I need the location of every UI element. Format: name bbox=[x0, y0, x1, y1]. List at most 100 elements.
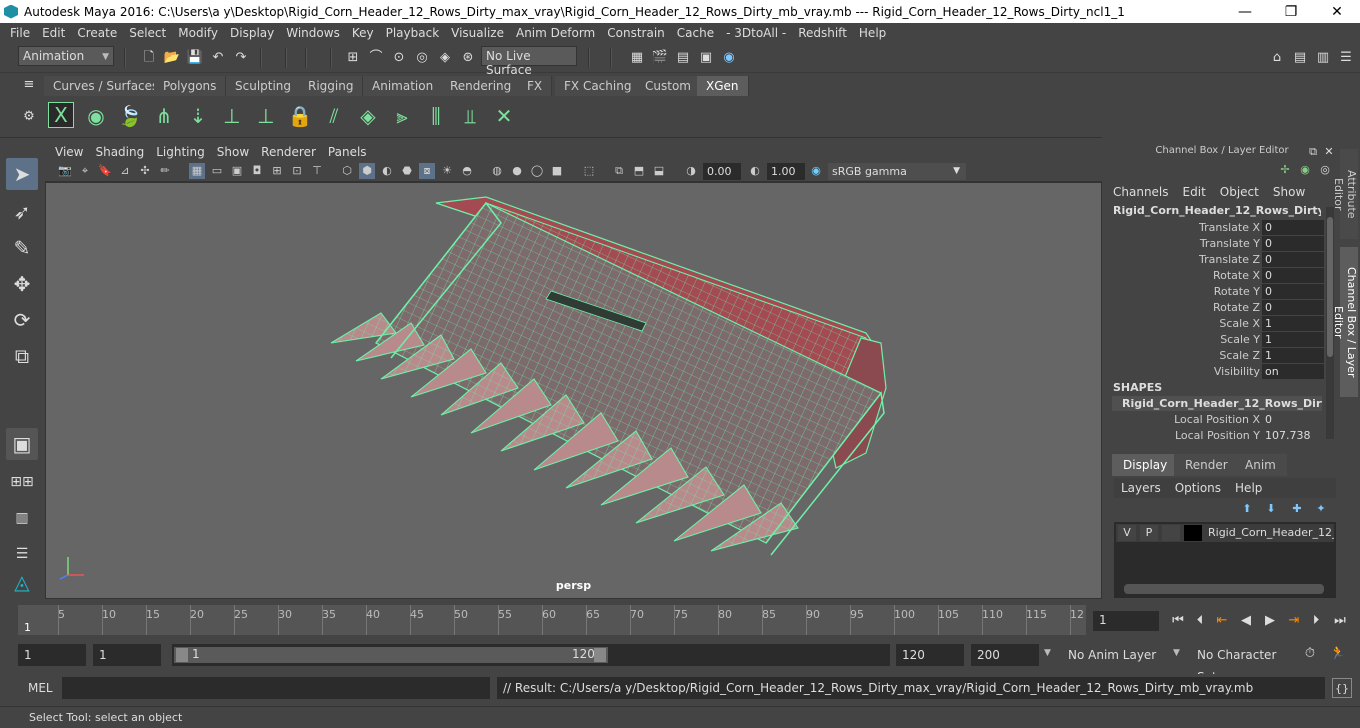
step-back-frame-icon[interactable]: ⏴ bbox=[1190, 611, 1210, 631]
menu-file[interactable]: File bbox=[4, 26, 36, 40]
shape-node-name[interactable]: Rigid_Corn_Header_12_Rows_Dirty_... bbox=[1112, 396, 1322, 411]
channel-row[interactable]: Translate X0 bbox=[1106, 220, 1326, 236]
tab-sculpting[interactable]: Sculpting bbox=[226, 76, 302, 96]
channel-value[interactable]: 0 bbox=[1262, 252, 1324, 267]
play-forwards-icon[interactable]: ▶ bbox=[1260, 611, 1280, 631]
outliner-toggle-icon[interactable]: ▤ bbox=[1291, 49, 1309, 67]
gate-mask-icon[interactable]: ◘ bbox=[249, 163, 265, 179]
layer-menu-layers[interactable]: Layers bbox=[1114, 478, 1168, 498]
menu-create[interactable]: Create bbox=[71, 26, 123, 40]
channel-box-toggle-icon[interactable]: ☰ bbox=[1337, 49, 1355, 67]
move-layer-down-icon[interactable]: ⬇ bbox=[1262, 500, 1280, 518]
paint-select-tool-icon[interactable]: ✎ bbox=[6, 232, 38, 264]
script-editor-icon[interactable]: {} bbox=[1332, 678, 1352, 698]
xray-components-icon[interactable]: ⬓ bbox=[651, 163, 667, 179]
maximize-button[interactable]: ❐ bbox=[1268, 4, 1314, 20]
isolate-select-icon[interactable]: ⬚ bbox=[581, 163, 597, 179]
tab-display-layers[interactable]: Display bbox=[1112, 454, 1179, 476]
channel-value[interactable]: on bbox=[1262, 364, 1324, 379]
playback-end-field[interactable]: 120 bbox=[896, 644, 964, 666]
channel-row[interactable]: Translate Y0 bbox=[1106, 236, 1326, 252]
tab-fx-caching[interactable]: FX Caching bbox=[555, 76, 642, 96]
channel-value[interactable]: 0 bbox=[1262, 220, 1324, 235]
go-to-start-icon[interactable]: ⏮ bbox=[1168, 611, 1188, 631]
range-bar-fill[interactable] bbox=[174, 647, 608, 663]
command-language-label[interactable]: MEL bbox=[28, 681, 53, 695]
channel-value[interactable]: 0 bbox=[1262, 300, 1324, 315]
channel-row[interactable]: Translate Z0 bbox=[1106, 252, 1326, 268]
menu-edit[interactable]: Edit bbox=[36, 26, 71, 40]
channel-value[interactable]: 1 bbox=[1262, 316, 1324, 331]
color-management-icon[interactable]: ◉ bbox=[808, 163, 824, 179]
channel-row[interactable]: Rotate Z0 bbox=[1106, 300, 1326, 316]
channel-value[interactable]: 0 bbox=[1262, 412, 1324, 427]
xgen-guides-icon[interactable]: ⫽ bbox=[320, 102, 348, 130]
chevron-down-icon[interactable]: ▼ bbox=[1173, 648, 1180, 658]
wireframe-icon[interactable]: ⬡ bbox=[339, 163, 355, 179]
save-scene-icon[interactable]: 💾 bbox=[186, 49, 204, 67]
field-chart-icon[interactable]: ⊞ bbox=[269, 163, 285, 179]
xgen-place-icon[interactable]: ⇣ bbox=[184, 102, 212, 130]
channel-row[interactable]: Visibility on bbox=[1106, 364, 1326, 380]
tab-custom[interactable]: Custom bbox=[636, 76, 701, 96]
shelf-menu-icon[interactable]: ≡ bbox=[20, 76, 38, 94]
layer-horizontal-scrollbar[interactable] bbox=[1124, 584, 1324, 594]
layer-visibility-toggle[interactable]: V bbox=[1118, 525, 1136, 541]
layer-name[interactable]: Rigid_Corn_Header_12_Rows_Dirty bbox=[1208, 524, 1334, 542]
channel-value[interactable]: 107.738 bbox=[1262, 428, 1324, 443]
bookmark-icon[interactable]: 🔖 bbox=[97, 163, 113, 179]
viewport-menu-renderer[interactable]: Renderer bbox=[255, 145, 322, 159]
workspace-icon[interactable]: ⌂ bbox=[1268, 49, 1286, 67]
animation-start-field[interactable]: 1 bbox=[18, 644, 86, 666]
attribute-editor-toggle-icon[interactable]: ▥ bbox=[1314, 49, 1332, 67]
wireframe-on-shaded-icon[interactable]: ⧇ bbox=[419, 163, 435, 179]
lights-icon[interactable]: ☀ bbox=[439, 163, 455, 179]
exposure-field[interactable]: 0.00 bbox=[703, 163, 741, 180]
range-bar[interactable]: 1 120 bbox=[172, 644, 890, 666]
xgen-curves-icon[interactable]: ⫸ bbox=[388, 102, 416, 130]
motion-blur-icon[interactable]: ● bbox=[509, 163, 525, 179]
range-start-handle[interactable] bbox=[176, 648, 188, 662]
tab-channel-box-layer-editor[interactable]: Channel Box / Layer Editor bbox=[1332, 247, 1358, 397]
xgen-density-icon[interactable]: ◈ bbox=[354, 102, 382, 130]
menu-redshift[interactable]: Redshift bbox=[792, 26, 853, 40]
snap-view-icon[interactable]: ◎ bbox=[413, 49, 431, 67]
tab-xgen[interactable]: XGen bbox=[697, 76, 749, 96]
channel-row[interactable]: Scale Z1 bbox=[1106, 348, 1326, 364]
layer-display-type-toggle[interactable] bbox=[1162, 525, 1180, 541]
xgen-delete-icon[interactable]: ✕ bbox=[490, 102, 518, 130]
xgen-editor-icon[interactable]: X bbox=[48, 102, 74, 128]
camera-attr-icon[interactable]: ⌖ bbox=[77, 163, 93, 179]
channel-row[interactable]: Rotate Y0 bbox=[1106, 284, 1326, 300]
snap-curve-icon[interactable]: ⌒ bbox=[367, 49, 385, 67]
safe-title-icon[interactable]: ⊤ bbox=[309, 163, 325, 179]
gear-icon[interactable]: ⚙ bbox=[20, 108, 38, 126]
layout-single-icon[interactable]: ▣ bbox=[6, 428, 38, 460]
menu-select[interactable]: Select bbox=[123, 26, 172, 40]
render-settings-icon[interactable]: ▦ bbox=[628, 49, 646, 67]
smooth-shade-icon[interactable]: ⬢ bbox=[359, 163, 375, 179]
layer-menu-help[interactable]: Help bbox=[1228, 478, 1269, 498]
channel-row[interactable]: Scale Y1 bbox=[1106, 332, 1326, 348]
channel-row[interactable]: Rotate X0 bbox=[1106, 268, 1326, 284]
minimize-button[interactable]: — bbox=[1222, 4, 1268, 20]
xgen-comb-icon[interactable]: ⫫ bbox=[456, 102, 484, 130]
menu-set-dropdown[interactable]: Animation ▼ bbox=[18, 46, 114, 66]
new-layer-icon[interactable]: ✚ bbox=[1288, 500, 1306, 518]
xray-icon[interactable]: ⧉ bbox=[611, 163, 627, 179]
tab-polygons[interactable]: Polygons bbox=[154, 76, 227, 96]
key-icon[interactable]: ◎ bbox=[1316, 161, 1334, 179]
gamma-icon[interactable]: ◐ bbox=[747, 163, 763, 179]
menu-anim-deform[interactable]: Anim Deform bbox=[510, 26, 601, 40]
color-space-dropdown[interactable]: sRGB gamma ▼ bbox=[828, 163, 966, 180]
channel-row[interactable]: Local Position X0 bbox=[1106, 412, 1326, 428]
channel-value[interactable]: 0 bbox=[1262, 236, 1324, 251]
viewport-menu-show[interactable]: Show bbox=[211, 145, 255, 159]
viewport-menu-panels[interactable]: Panels bbox=[322, 145, 373, 159]
xgen-leaf-icon[interactable]: 🍃 bbox=[116, 102, 144, 130]
shadows-icon[interactable]: ◓ bbox=[459, 163, 475, 179]
layer-row[interactable]: V P Rigid_Corn_Header_12_Rows_Dirty bbox=[1116, 524, 1334, 542]
xgen-add-icon[interactable]: ⊥ bbox=[218, 102, 246, 130]
close-button[interactable]: ✕ bbox=[1314, 4, 1360, 20]
range-end-handle[interactable] bbox=[594, 648, 606, 662]
